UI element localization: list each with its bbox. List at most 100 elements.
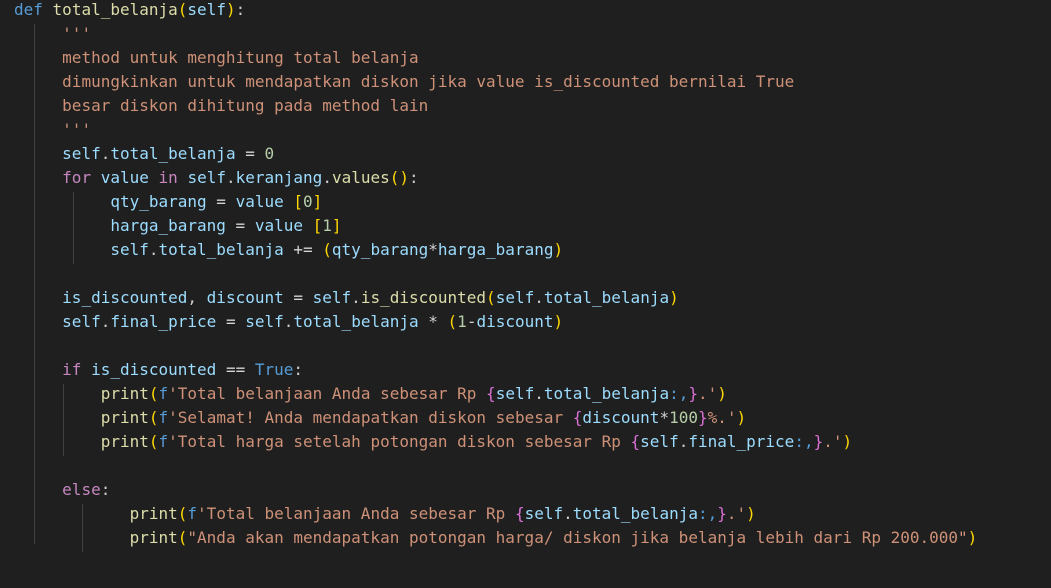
code-token: . [351,288,361,307]
code-token: f [187,504,198,523]
code-line[interactable]: print(f'Total harga setelah potongan dis… [14,430,852,454]
code-line[interactable]: else: [14,478,110,502]
code-token: = [206,192,236,211]
code-line[interactable]: harga_barang = value [1] [14,214,342,238]
code-line[interactable]: ''' [14,22,91,46]
code-token: [ [312,216,323,235]
code-line[interactable]: print(f'Total belanjaan Anda sebesar Rp … [14,382,727,406]
code-token: values [331,168,390,187]
code-token: - [466,312,477,331]
code-token: ( [322,240,332,259]
code-token: value [254,216,303,235]
code-token: 100 [669,408,698,427]
code-token: . [283,312,294,331]
code-token: ) [842,432,853,451]
code-line[interactable]: def total_belanja(self): [14,0,245,22]
code-token: 'Selamat! Anda mendapatkan diskon sebesa… [168,408,573,427]
code-token: is_discounted [62,288,188,307]
code-token: f [158,408,169,427]
code-token: == [216,360,255,379]
code-line[interactable]: ''' [14,118,91,142]
code-token: ) [553,312,564,331]
code-token: self [110,240,149,259]
code-token: self [312,288,352,307]
code-token: ( [177,0,188,19]
code-token: True [254,360,294,379]
code-editor[interactable]: def total_belanja(self): ''' method untu… [0,0,1051,588]
code-token: ) [967,528,978,547]
code-token: ) [736,408,747,427]
code-line[interactable]: qty_barang = value [0] [14,190,322,214]
code-line[interactable]: for value in self.keranjang.values(): [14,166,419,190]
code-token: .' [698,384,718,403]
code-token: { [514,504,525,523]
code-line[interactable]: print(f'Selamat! Anda mendapatkan diskon… [14,406,746,430]
code-token: :, [794,432,814,451]
code-token: self [62,312,101,331]
code-line[interactable]: if is_discounted == True: [14,358,303,382]
code-token: discount [582,408,660,427]
code-token: besar diskon dihitung pada method lain [62,96,429,115]
code-token: = [235,144,265,163]
code-token: { [630,432,641,451]
code-token: harga_barang [437,240,554,259]
code-token: ) [225,0,236,19]
code-line[interactable]: besar diskon dihitung pada method lain [14,94,428,118]
code-token: } [717,504,727,523]
code-token: 'Total belanjaan Anda sebesar Rp [197,504,515,523]
code-line[interactable]: dimungkinkan untuk mendapatkan diskon ji… [14,70,794,94]
code-token: total_belanja [110,144,236,163]
code-token: if [62,360,82,379]
code-token: ''' [62,120,92,139]
code-token: :, [669,384,689,403]
code-token: .' [726,504,747,523]
code-token: = [216,312,246,331]
code-line[interactable]: is_discounted, discount = self.is_discou… [14,286,679,310]
code-token: ] [312,192,323,211]
code-token: . [148,240,159,259]
code-line[interactable]: method untuk menghitung total belanja [14,46,418,70]
code-line[interactable]: self.total_belanja = 0 [14,142,274,166]
code-token: ] [331,216,342,235]
code-token: dimungkinkan untuk mendapatkan diskon ji… [62,72,795,91]
code-line[interactable]: print("Anda akan mendapatkan potongan ha… [14,526,978,550]
code-token: f [158,384,169,403]
code-token: * [418,312,448,331]
code-token: print [100,432,149,451]
code-token: discount [476,312,554,331]
code-line[interactable]: print(f'Total belanjaan Anda sebesar Rp … [14,502,756,526]
code-token: ''' [62,24,92,43]
code-token: print [100,384,149,403]
code-token: :, [697,504,718,523]
code-token: : [409,168,419,187]
code-token: 0 [264,144,275,163]
code-line[interactable]: self.total_belanja += (qty_barang*harga_… [14,238,563,262]
code-token: self [495,288,535,307]
code-token: ( [148,432,159,451]
code-token: : [235,0,246,19]
code-token: . [100,312,111,331]
code-token: { [572,408,583,427]
code-token: "Anda akan mendapatkan potongan harga/ d… [187,528,968,547]
code-token: print [129,504,178,523]
code-token: total_belanja [158,240,284,259]
code-line[interactable]: self.final_price = self.total_belanja * … [14,310,563,334]
code-token: %.' [707,408,737,427]
code-token: self [640,432,679,451]
code-token: ( [177,528,188,547]
code-token: self [245,312,284,331]
